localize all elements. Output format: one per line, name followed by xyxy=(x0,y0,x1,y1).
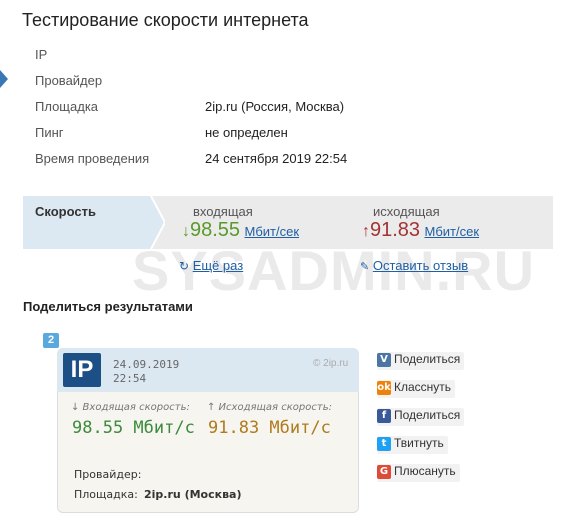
retry-link-label: Ещё раз xyxy=(192,258,244,273)
share-ok-label: Класснуть xyxy=(394,380,452,394)
card-incoming-value: 98.55 Мбит/с xyxy=(72,418,195,438)
info-label-time: Время проведения xyxy=(35,151,150,166)
vk-icon: V xyxy=(377,352,391,367)
card-outgoing-value: 91.83 Мбит/с xyxy=(208,418,331,438)
ok-icon: ok xyxy=(377,380,391,395)
google-plus-icon: G xyxy=(377,464,391,479)
card-copyright: © 2ip.ru xyxy=(313,358,349,369)
info-label-provider: Провайдер xyxy=(35,73,103,88)
share-ok-button[interactable]: ok Класснуть xyxy=(377,380,456,398)
card-date: 24.09.2019 xyxy=(113,358,180,371)
twitter-icon: t xyxy=(377,436,391,451)
info-value-ping: не определен xyxy=(205,125,288,140)
incoming-unit-link[interactable]: Мбит/сек xyxy=(245,224,300,239)
comment-icon: ✎ xyxy=(360,261,370,273)
card-provider-label: Провайдер: xyxy=(74,468,142,481)
share-google-plus-button[interactable]: G Плюсануть xyxy=(377,464,460,482)
share-vk-label: Поделиться xyxy=(394,352,461,366)
speed-label: Скорость xyxy=(35,204,96,219)
outgoing-unit-link[interactable]: Мбит/сек xyxy=(425,224,480,239)
share-facebook-button[interactable]: f Поделиться xyxy=(377,408,465,426)
feedback-link-label: Оставить отзыв xyxy=(372,258,469,273)
card-incoming-label: ↓ Входящая скорость: xyxy=(71,402,190,413)
page-title: Тестирование скорости интернета xyxy=(22,10,309,30)
refresh-icon: ↻ xyxy=(179,259,190,273)
retry-link[interactable]: ↻ Ещё раз xyxy=(179,258,243,273)
card-site-label: Площадка: xyxy=(74,488,138,501)
share-twitter-button[interactable]: t Твитнуть xyxy=(377,436,448,454)
card-datetime: 24.09.2019 22:54 xyxy=(113,358,179,386)
ip-logo-icon: IP xyxy=(63,353,101,387)
info-value-time: 24 сентября 2019 22:54 xyxy=(205,151,348,166)
card-time: 22:54 xyxy=(113,372,147,385)
share-google-plus-label: Плюсануть xyxy=(394,464,456,478)
info-label-ping: Пинг xyxy=(35,125,64,140)
card-site-value: 2ip.ru (Москва) xyxy=(144,488,242,501)
share-title: Поделиться результатами xyxy=(23,299,193,314)
info-label-site: Площадка xyxy=(35,99,99,114)
outgoing-label: исходящая xyxy=(373,204,440,219)
incoming-label: входящая xyxy=(193,204,253,219)
share-twitter-label: Твитнуть xyxy=(394,436,444,450)
info-value-site: 2ip.ru (Россия, Москва) xyxy=(205,99,345,114)
counter-badge: 2 xyxy=(43,333,59,348)
result-card-header xyxy=(57,348,359,392)
info-label-ip: IP xyxy=(35,47,48,62)
share-vk-button[interactable]: V Поделиться xyxy=(377,352,465,370)
card-outgoing-label: ↑ Исходящая скорость: xyxy=(207,402,332,413)
facebook-icon: f xyxy=(377,408,391,423)
share-facebook-label: Поделиться xyxy=(394,408,461,422)
feedback-link[interactable]: ✎ Оставить отзыв xyxy=(360,258,468,273)
collapse-arrow-icon[interactable] xyxy=(0,70,8,88)
